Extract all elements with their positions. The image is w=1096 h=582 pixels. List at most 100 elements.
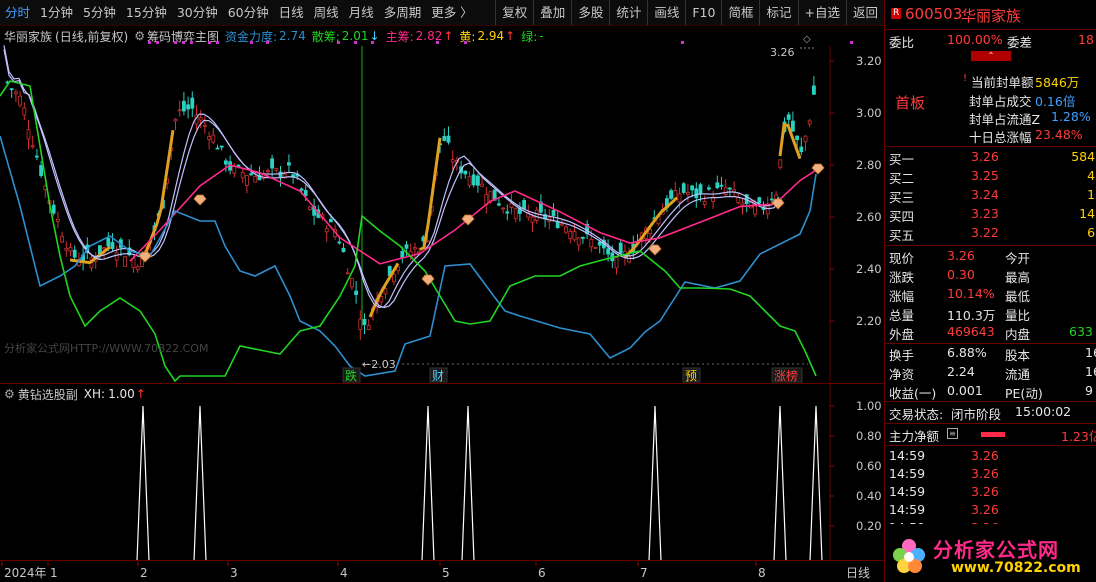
stat-label-2: 内盘 — [1005, 327, 1031, 342]
period-tab-4[interactable]: 30分钟 — [172, 0, 223, 25]
high-price-label: 3.26 — [770, 46, 795, 59]
tool-button-6[interactable]: 简框 — [721, 0, 759, 25]
candle-body — [480, 183, 485, 187]
diamond-outline-icon: ◇ — [803, 34, 811, 45]
stock-header: R 600503 华丽家族 — [885, 4, 1096, 26]
tool-button-2[interactable]: 多股 — [571, 0, 609, 25]
tool-button-5[interactable]: F10 — [685, 0, 721, 25]
candle-body — [383, 288, 388, 295]
stat-value-2: 633 — [1069, 324, 1093, 339]
period-tab-2[interactable]: 5分钟 — [78, 0, 121, 25]
candle-body — [51, 204, 56, 214]
seal-deal-row: 封单占成交 0.16倍 — [885, 90, 1096, 109]
period-tab-8[interactable]: 月线 — [344, 0, 379, 25]
date-label: 1 — [50, 566, 58, 580]
period-tab-5[interactable]: 60分钟 — [223, 0, 274, 25]
candle-body — [728, 187, 732, 190]
tick-price: 3.26 — [971, 484, 999, 499]
trend-highlight-line — [419, 137, 442, 251]
main-chart-canvas[interactable]: 3.20 3.00 2.80 2.60 2.40 2.20 3.26 ←2.03 ◇ 跌 财 预 涨榜 — [0, 26, 884, 383]
tool-button-1[interactable]: 叠加 — [533, 0, 571, 25]
stat-label: 现价 — [889, 251, 915, 266]
candle-body — [68, 247, 73, 252]
candle-body — [354, 290, 359, 295]
candle-body — [581, 236, 585, 239]
fund-value-2: 16 — [1085, 345, 1096, 360]
fund-value: 0.001 — [947, 383, 983, 398]
candle-body — [715, 182, 720, 189]
candle-body — [799, 146, 804, 153]
tool-button-8[interactable]: +自选 — [797, 0, 846, 25]
stat-value: 10.14% — [947, 286, 995, 301]
candle-body — [211, 134, 216, 143]
date-label: 5 — [442, 566, 450, 580]
date-label: 8 — [758, 566, 766, 580]
candle-body — [795, 135, 799, 141]
quote-stat-row: 外盘 469643 内盘 633 — [885, 323, 1096, 342]
candle-body — [253, 175, 258, 183]
sub-axis-label: 1.00 — [856, 399, 882, 413]
candle-body — [677, 193, 682, 203]
price-label: 2.60 — [856, 210, 882, 224]
sub-chart-canvas[interactable]: 1.00 0.80 0.60 0.40 0.20 — [0, 384, 884, 561]
main-net-label: 主力净额 — [889, 429, 940, 444]
period-tab-6[interactable]: 日线 — [274, 0, 309, 25]
price-label: 3.00 — [856, 106, 882, 120]
seal-float-value: 1.28% — [1051, 109, 1091, 124]
candle-body — [18, 95, 23, 106]
candle-body — [450, 159, 455, 163]
candle-body — [337, 241, 342, 244]
period-tab-1[interactable]: 1分钟 — [35, 0, 78, 25]
price-label: 3.20 — [856, 54, 882, 68]
period-tab-9[interactable]: 多周期 — [379, 0, 427, 25]
diamond-signal-icon — [193, 194, 207, 206]
event-marker-label: 财 — [432, 369, 444, 383]
bid-row: 买三 3.24 16 — [885, 186, 1096, 205]
candle-body — [812, 85, 816, 95]
candle-body — [30, 145, 35, 148]
candle-body — [522, 200, 526, 209]
sanchou-line — [0, 80, 817, 383]
candle-body — [471, 174, 476, 186]
candle-body — [702, 200, 707, 206]
tool-button-4[interactable]: 画线 — [647, 0, 685, 25]
candle-body — [324, 228, 329, 233]
tool-button-3[interactable]: 统计 — [609, 0, 647, 25]
period-tab-0[interactable]: 分时 — [0, 0, 35, 25]
candle-body — [534, 209, 539, 221]
period-tab-10[interactable]: 更多 〉 — [426, 0, 477, 25]
weibi-value: 100.00% — [947, 32, 1003, 47]
candle-body — [669, 190, 673, 199]
bid-row: 买一 3.26 5845 — [885, 148, 1096, 167]
candle-body — [177, 109, 182, 112]
sub-indicator-chart[interactable]: ⚙ 黄钻选股副 XH: 1.00 ↑ 1.00 0.80 0.60 0.40 0.20 — [0, 383, 884, 561]
seal-amount-row: ! 当前封单额 5846万 — [885, 71, 1096, 90]
bid-label: 买一 — [889, 152, 915, 167]
stat-label: 涨幅 — [889, 289, 915, 304]
candle-body — [707, 187, 711, 190]
candle-body — [530, 216, 535, 223]
tick-row: 14:59 3.26 — [885, 501, 1096, 520]
margin-badge: R — [891, 8, 902, 19]
tool-button-7[interactable]: 标记 — [759, 0, 797, 25]
candle-body — [286, 162, 291, 166]
collapse-toggle-icon[interactable]: ⌃ — [971, 51, 1011, 61]
main-kline-chart[interactable]: 华丽家族 (日线,前复权) ⚙ 筹码博弈主图 资金力度: 2.74 散筹: 2.… — [0, 26, 884, 383]
site-logo: 分析家公式网 www.70822.com — [885, 524, 1096, 582]
candle-body — [803, 135, 808, 143]
fund-value-2: 9 — [1085, 383, 1093, 398]
price-label: 2.20 — [856, 314, 882, 328]
period-tab-3[interactable]: 15分钟 — [121, 0, 172, 25]
tool-button-9[interactable]: 返回 — [845, 0, 884, 25]
bid-volume: 5845 — [1071, 149, 1096, 164]
main-net-menu-icon[interactable]: ≡ — [947, 428, 958, 439]
candle-body — [123, 256, 127, 267]
period-tab-7[interactable]: 周线 — [309, 0, 344, 25]
candle-body — [72, 249, 77, 258]
candle-body — [219, 145, 224, 148]
candle-body — [26, 129, 31, 140]
tool-button-0[interactable]: 复权 — [495, 0, 533, 25]
candle-body — [513, 208, 518, 220]
candle-body — [244, 175, 249, 186]
logo-text: 分析家公式网 — [933, 538, 1059, 562]
